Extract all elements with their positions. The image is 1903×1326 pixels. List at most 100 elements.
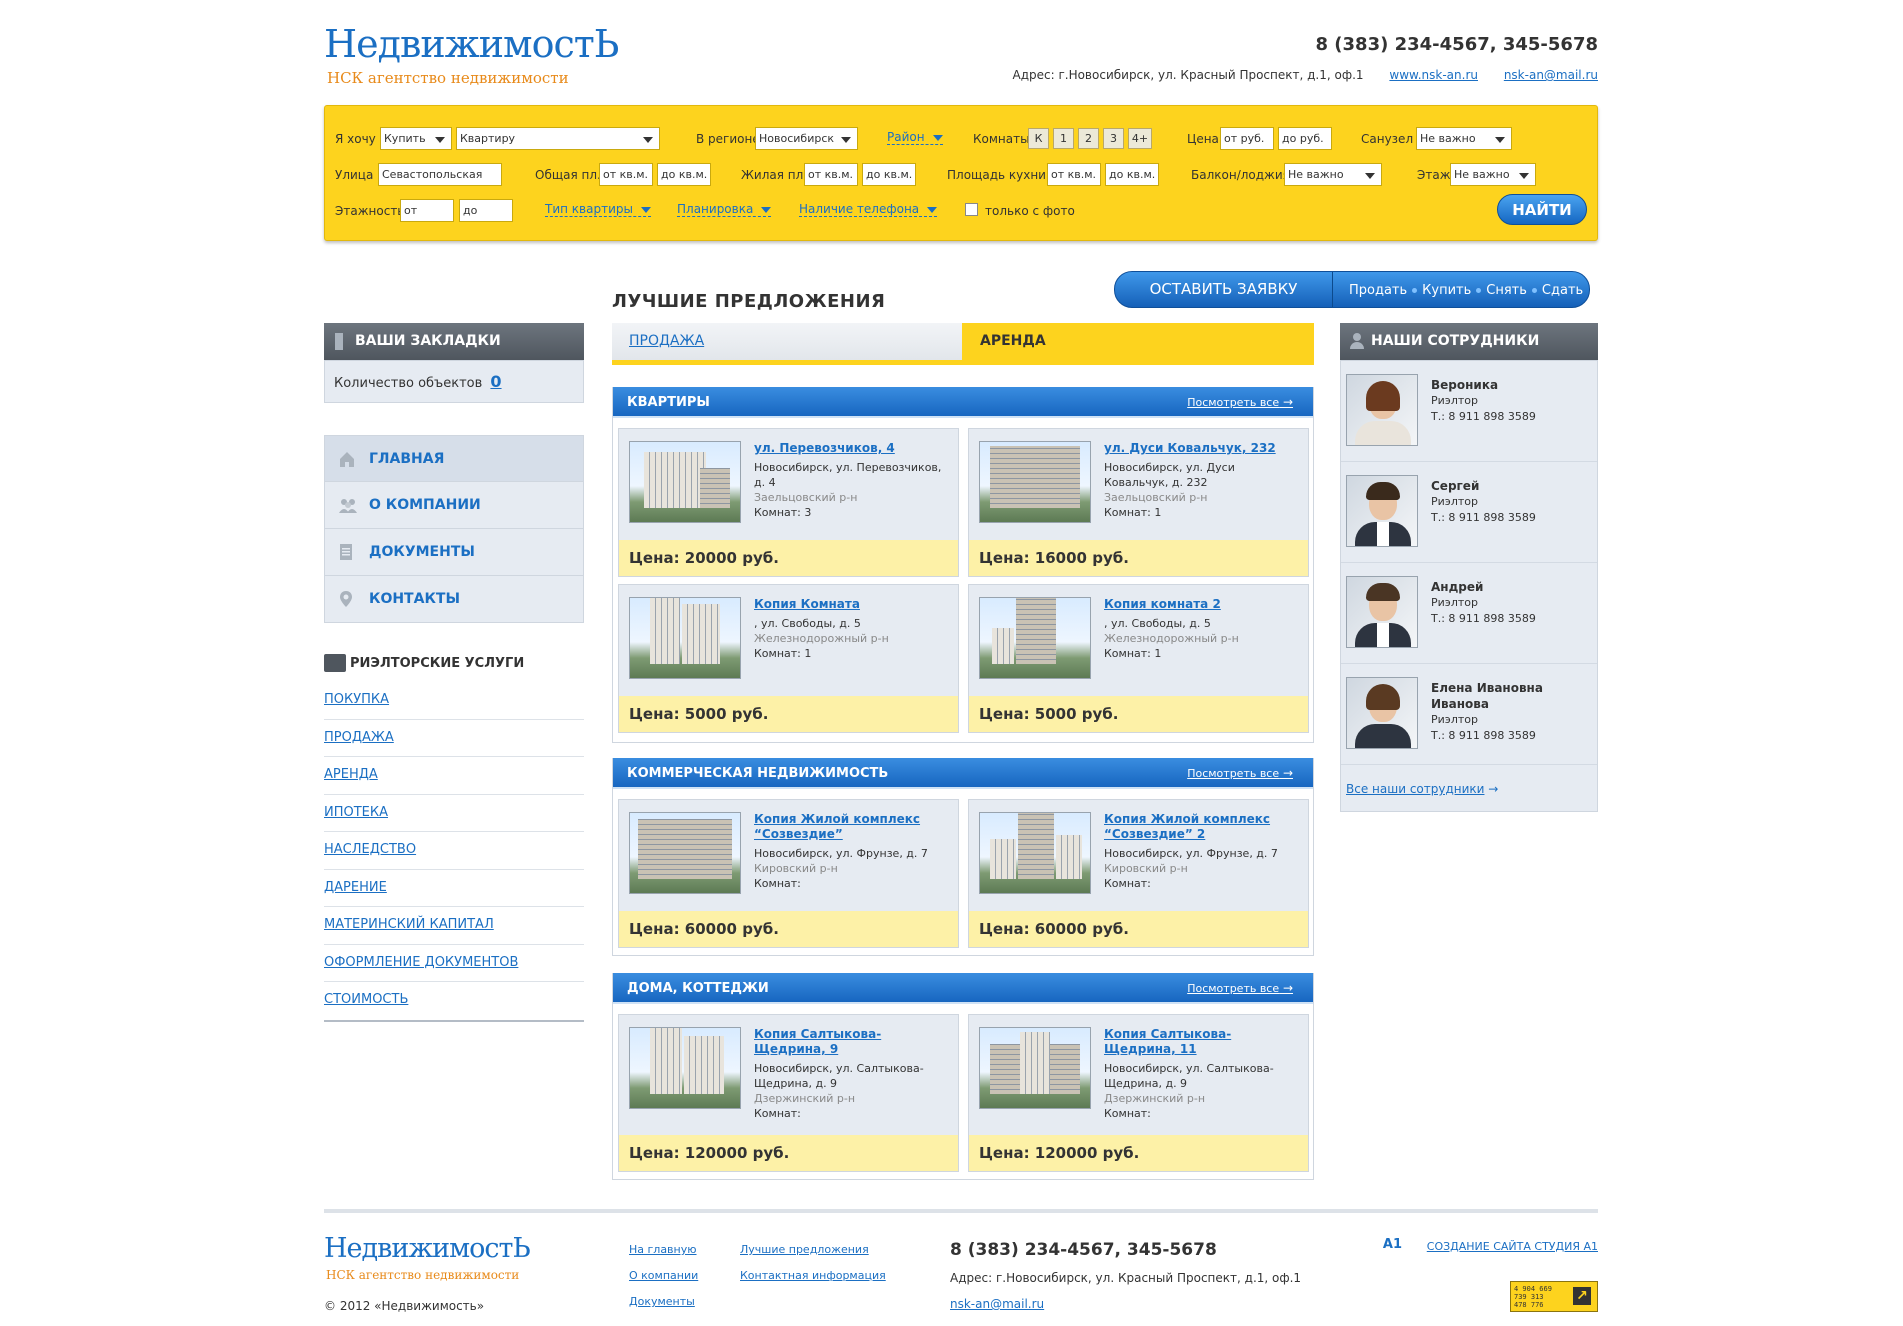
bullet-icon — [1476, 288, 1482, 293]
listing-photo[interactable] — [979, 441, 1091, 523]
request-option-buy[interactable]: Купить — [1422, 283, 1471, 298]
kitchen-area-from-input[interactable]: от кв.м. — [1047, 163, 1101, 186]
request-option-lease[interactable]: Сдать — [1542, 283, 1583, 298]
nav-item-about[interactable]: О КОМПАНИИ — [324, 482, 584, 529]
listing-address: Новосибирск, ул. Салтыкова-Щедрина, д. 9 — [754, 1062, 924, 1090]
rooms-button-k[interactable]: К — [1028, 128, 1049, 149]
all-employees-link[interactable]: Все наши сотрудники — [1346, 782, 1484, 796]
rooms-label: Комнаты — [973, 132, 1030, 146]
tab-sale[interactable]: ПРОДАЖА — [612, 323, 962, 360]
footer-link-about[interactable]: О компании — [629, 1269, 698, 1282]
listing-photo[interactable] — [629, 441, 741, 523]
footer-link-home[interactable]: На главную — [629, 1243, 697, 1256]
layout-dropdown[interactable]: Планировка — [677, 202, 772, 217]
employee-name: Елена Ивановна Иванова — [1431, 681, 1543, 711]
listing-photo[interactable] — [629, 1027, 741, 1109]
footer-link-documents[interactable]: Документы — [629, 1295, 695, 1308]
listing-photo[interactable] — [979, 812, 1091, 894]
logo-title[interactable]: НедвижимостЬ — [324, 22, 619, 66]
kitchen-area-to-input[interactable]: до кв.м. — [1105, 163, 1159, 186]
living-area-to-input[interactable]: до кв.м. — [862, 163, 916, 186]
service-link-rent[interactable]: АРЕНДА — [324, 767, 378, 782]
floor-select[interactable]: Не важно — [1450, 163, 1536, 186]
avatar[interactable] — [1346, 374, 1418, 446]
price-from-input[interactable]: от руб. — [1220, 127, 1274, 150]
visit-counter[interactable]: 4 904 669 739 313 478 776 ↗ — [1510, 1281, 1598, 1312]
footer-email-link[interactable]: nsk-an@mail.ru — [950, 1297, 1044, 1311]
bathroom-select[interactable]: Не важно — [1416, 127, 1512, 150]
rooms-button-2[interactable]: 2 — [1078, 128, 1099, 149]
footer-copyright: © 2012 «Недвижимость» — [324, 1299, 485, 1313]
best-offers-title: ЛУЧШИЕ ПРЕДЛОЖЕНИЯ — [612, 291, 886, 312]
nav-item-contacts[interactable]: КОНТАКТЫ — [324, 576, 584, 623]
rooms-button-1[interactable]: 1 — [1053, 128, 1074, 149]
listing-photo[interactable] — [629, 812, 741, 894]
nav-item-home[interactable]: ГЛАВНАЯ — [324, 435, 584, 482]
listing-title-link[interactable]: Копия Комната — [754, 597, 949, 612]
header-site-link[interactable]: www.nsk-an.ru — [1389, 68, 1478, 82]
footer-link-contacts[interactable]: Контактная информация — [740, 1269, 886, 1282]
nav-item-documents[interactable]: ДОКУМЕНТЫ — [324, 529, 584, 576]
listing-card: Копия Жилой комплекс “Созвездие” Новосиб… — [618, 799, 959, 948]
header-email-link[interactable]: nsk-an@mail.ru — [1504, 68, 1598, 82]
footer-logo-title[interactable]: НедвижимостЬ — [324, 1233, 531, 1264]
listing-title-link[interactable]: ул. Дуси Ковальчук, 232 — [1104, 441, 1299, 456]
bookmarks-count-link[interactable]: 0 — [490, 372, 501, 391]
tab-sale-label[interactable]: ПРОДАЖА — [629, 333, 704, 349]
services-title-text: РИЭЛТОРСКИЕ УСЛУГИ — [350, 656, 525, 671]
service-link-gift[interactable]: ДАРЕНИЕ — [324, 880, 387, 895]
listing-title-link[interactable]: Копия комната 2 — [1104, 597, 1299, 612]
request-option-sell[interactable]: Продать — [1349, 283, 1407, 298]
service-link-mortgage[interactable]: ИПОТЕКА — [324, 805, 388, 820]
service-link-cost[interactable]: СТОИМОСТЬ — [324, 992, 408, 1007]
service-link-purchase[interactable]: ПОКУПКА — [324, 692, 389, 707]
property-type-select[interactable]: Квартиру — [456, 127, 660, 150]
phone-availability-dropdown[interactable]: Наличие телефона — [799, 202, 938, 217]
total-area-to-input[interactable]: до кв.м. — [657, 163, 711, 186]
listing-rooms: Комнат: — [1104, 877, 1151, 890]
counter-line: 478 776 — [1514, 1301, 1544, 1309]
listing-title-link[interactable]: ул. Перевозчиков, 4 — [754, 441, 949, 456]
see-all-link[interactable]: Посмотреть все — [1187, 973, 1293, 1004]
region-label: В регионе — [696, 132, 760, 146]
rooms-button-3[interactable]: 3 — [1103, 128, 1124, 149]
avatar[interactable] — [1346, 677, 1418, 749]
listing-photo[interactable] — [629, 597, 741, 679]
service-link-documents[interactable]: ОФОРМЛЕНИЕ ДОКУМЕНТОВ — [324, 955, 518, 970]
list-item: ОФОРМЛЕНИЕ ДОКУМЕНТОВ — [324, 945, 584, 982]
footer-link-best-offers[interactable]: Лучшие предложения — [740, 1243, 869, 1256]
avatar[interactable] — [1346, 576, 1418, 648]
listing-title-link[interactable]: Копия Жилой комплекс “Созвездие” 2 — [1104, 812, 1299, 842]
employee-card: Сергей Риэлтор Т.: 8 911 898 3589 — [1341, 462, 1597, 563]
living-area-from-input[interactable]: от кв.м. — [804, 163, 858, 186]
apartment-type-dropdown[interactable]: Тип квартиры — [545, 202, 651, 217]
listing-title-link[interactable]: Копия Жилой комплекс “Созвездие” — [754, 812, 949, 842]
service-link-sale[interactable]: ПРОДАЖА — [324, 730, 394, 745]
service-link-inheritance[interactable]: НАСЛЕДСТВО — [324, 842, 416, 857]
avatar[interactable] — [1346, 475, 1418, 547]
street-input[interactable]: Севастопольская — [378, 163, 502, 186]
listing-title-link[interactable]: Копия Салтыкова-Щедрина, 9 — [754, 1027, 949, 1057]
photo-only-checkbox[interactable] — [965, 203, 978, 216]
find-button[interactable]: НАЙТИ — [1497, 194, 1587, 225]
leave-request-button[interactable]: ОСТАВИТЬ ЗАЯВКУ — [1115, 272, 1333, 307]
tab-rent[interactable]: АРЕНДА — [962, 323, 1314, 360]
total-area-from-input[interactable]: от кв.м. — [599, 163, 653, 186]
price-to-input[interactable]: до руб. — [1278, 127, 1332, 150]
listing-title-link[interactable]: Копия Салтыкова-Щедрина, 11 — [1104, 1027, 1299, 1057]
storeys-from-input[interactable]: от — [400, 199, 454, 222]
listing-rooms: Комнат: 1 — [754, 647, 812, 660]
listing-photo[interactable] — [979, 1027, 1091, 1109]
listing-photo[interactable] — [979, 597, 1091, 679]
service-link-maternity-capital[interactable]: МАТЕРИНСКИЙ КАПИТАЛ — [324, 917, 494, 932]
balcony-select[interactable]: Не важно — [1284, 163, 1382, 186]
see-all-link[interactable]: Посмотреть все — [1187, 758, 1293, 789]
see-all-link[interactable]: Посмотреть все — [1187, 387, 1293, 418]
want-select[interactable]: Купить — [380, 127, 452, 150]
region-select[interactable]: Новосибирск — [755, 127, 858, 150]
request-option-rent[interactable]: Снять — [1486, 283, 1527, 298]
district-dropdown[interactable]: Район — [887, 130, 943, 145]
storeys-to-input[interactable]: до — [459, 199, 513, 222]
studio-link[interactable]: СОЗДАНИЕ САЙТА СТУДИЯ А1 — [1427, 1240, 1598, 1253]
rooms-button-4plus[interactable]: 4+ — [1128, 128, 1152, 149]
